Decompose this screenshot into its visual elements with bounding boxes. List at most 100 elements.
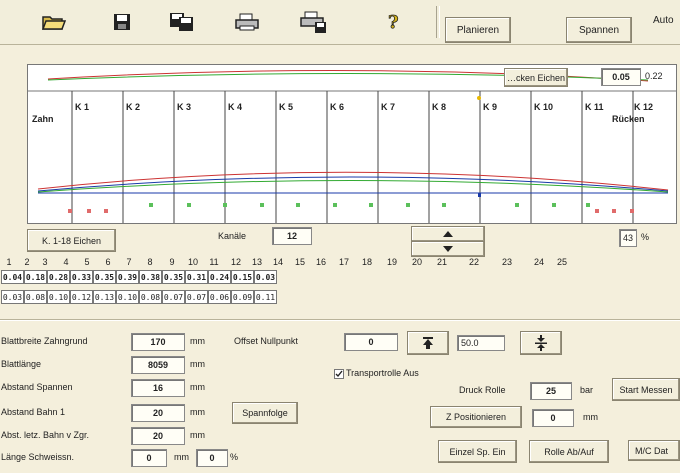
measurement-cell: 0.07 <box>185 290 208 304</box>
arrow-up-icon <box>443 231 453 237</box>
measurement-cell: 0.04 <box>1 270 24 284</box>
percent-unit: % <box>641 232 650 242</box>
blattlaenge-label: Blattlänge <box>1 359 42 369</box>
channel-label-k10: K 10 <box>534 102 554 112</box>
index-number: 18 <box>361 257 372 267</box>
abstand-spannen-field[interactable]: 16 <box>131 379 185 397</box>
save-icon[interactable] <box>100 6 144 38</box>
druck-unit: bar <box>580 385 594 395</box>
index-number: 15 <box>294 257 305 267</box>
channel-label-k4: K 4 <box>228 102 243 112</box>
toolbar: ? Planieren Spannen Auto <box>0 0 680 45</box>
offset-center-button[interactable] <box>520 331 562 355</box>
index-number: 24 <box>533 257 544 267</box>
abstand-bahn-label: Abstand Bahn 1 <box>1 407 66 417</box>
index-number: 8 <box>147 257 153 267</box>
druck-field[interactable]: 25 <box>530 382 572 400</box>
channel-label-k5: K 5 <box>279 102 294 112</box>
measurement-cell: 0.09 <box>231 290 254 304</box>
spannfolge-button[interactable]: Spannfolge <box>232 402 298 424</box>
offset-top-button[interactable] <box>407 331 449 355</box>
measurement-cell: 0.35 <box>93 270 116 284</box>
blattlaenge-unit: mm <box>190 359 205 369</box>
start-messen-button[interactable]: Start Messen <box>612 378 680 401</box>
auto-label[interactable]: Auto <box>653 15 674 26</box>
channel-label-k7: K 7 <box>381 102 396 112</box>
measurement-cell: 0.18 <box>24 270 47 284</box>
channel-label-k6: K 6 <box>330 102 345 112</box>
blattlaenge-field[interactable]: 8059 <box>131 356 185 374</box>
index-number: 19 <box>386 257 397 267</box>
index-number: 10 <box>187 257 198 267</box>
channel-label-k2: K 2 <box>126 102 141 112</box>
index-number: 3 <box>42 257 48 267</box>
index-number: 11 <box>209 257 219 267</box>
measurement-cell: 0.39 <box>116 270 139 284</box>
open-folder-icon[interactable] <box>32 6 76 38</box>
k1-18-eichen-button[interactable]: K. 1-18 Eichen <box>27 229 116 252</box>
help-icon[interactable]: ? <box>372 6 416 38</box>
measurement-cell: 0.38 <box>139 270 162 284</box>
measurement-cell: 0.11 <box>254 290 277 304</box>
index-number: 9 <box>169 257 175 267</box>
index-number: 5 <box>84 257 90 267</box>
save-all-icon[interactable] <box>160 6 204 38</box>
section-divider <box>0 319 680 321</box>
index-number: 16 <box>315 257 326 267</box>
measurement-cell: 0.28 <box>47 270 70 284</box>
measurement-cell: 0.33 <box>70 270 93 284</box>
measurement-cell: 0.10 <box>47 290 70 304</box>
abst-letz-label: Abst. letz. Bahn v Zgr. <box>1 430 90 440</box>
measurement-cell: 0.06 <box>208 290 231 304</box>
laenge-unit-a: mm <box>174 452 189 462</box>
abstand-bahn-field[interactable]: 20 <box>131 404 185 422</box>
ruecken-label: Rücken <box>612 114 645 124</box>
laenge-field-b[interactable]: 0 <box>196 449 228 467</box>
index-number: 20 <box>411 257 422 267</box>
laenge-field-a[interactable]: 0 <box>131 449 167 467</box>
einzel-sp-ein-button[interactable]: Einzel Sp. Ein <box>438 440 517 463</box>
blattbreite-unit: mm <box>190 336 205 346</box>
arrow-to-top-icon <box>423 337 433 349</box>
transport-checkbox[interactable] <box>334 369 344 379</box>
index-number: 6 <box>105 257 111 267</box>
index-number: 12 <box>230 257 241 267</box>
value-b-label: 0.22 <box>645 71 663 81</box>
measurement-cell: 0.12 <box>70 290 93 304</box>
z-position-field[interactable]: 0 <box>532 409 574 427</box>
print-icon[interactable] <box>225 6 269 38</box>
profile-plot: …cken Eichen 0.05 0.22 Zahn Rücken K 1 K… <box>27 64 677 224</box>
mc-dat-button[interactable]: M/C Dat <box>628 440 680 461</box>
checkmark-icon <box>335 370 343 378</box>
offset-field[interactable]: 0 <box>344 333 398 351</box>
percent-field[interactable]: 43 <box>619 229 637 247</box>
scroll-down-button[interactable] <box>411 241 485 257</box>
measurement-cell: 0.10 <box>116 290 139 304</box>
kanaele-label: Kanäle <box>218 231 247 241</box>
planieren-button[interactable]: Planieren <box>445 17 511 43</box>
measurement-cell: 0.03 <box>254 270 277 284</box>
spannen-button[interactable]: Spannen <box>566 17 632 43</box>
measurement-cell: 0.08 <box>24 290 47 304</box>
measurement-cell: 0.15 <box>231 270 254 284</box>
index-number: 21 <box>436 257 447 267</box>
channel-label-k1: K 1 <box>75 102 90 112</box>
rolle-ab-auf-button[interactable]: Rolle Ab/Auf <box>529 440 609 463</box>
blattbreite-label: Blattbreite Zahngrund <box>1 336 88 346</box>
print-preview-icon[interactable] <box>292 6 336 38</box>
z-positionieren-button[interactable]: Z Positionieren <box>430 406 522 428</box>
offset-label: Offset Nullpunkt <box>234 336 298 346</box>
abst-letz-field[interactable]: 20 <box>131 427 185 445</box>
blattbreite-field[interactable]: 170 <box>131 333 185 351</box>
laenge-label: Länge Schweissn. <box>1 452 75 462</box>
scroll-up-button[interactable] <box>411 226 485 242</box>
channel-label-k8: K 8 <box>432 102 447 112</box>
measurement-cell: 0.24 <box>208 270 231 284</box>
index-number: 13 <box>251 257 262 267</box>
ruecken-eichen-button[interactable]: …cken Eichen <box>504 68 568 87</box>
channel-label-k3: K 3 <box>177 102 192 112</box>
offset-value-field[interactable]: 50.0 <box>457 335 505 351</box>
kanaele-field[interactable]: 12 <box>272 227 312 245</box>
index-number: 4 <box>63 257 69 267</box>
transport-label: Transportrolle Aus <box>346 368 419 378</box>
